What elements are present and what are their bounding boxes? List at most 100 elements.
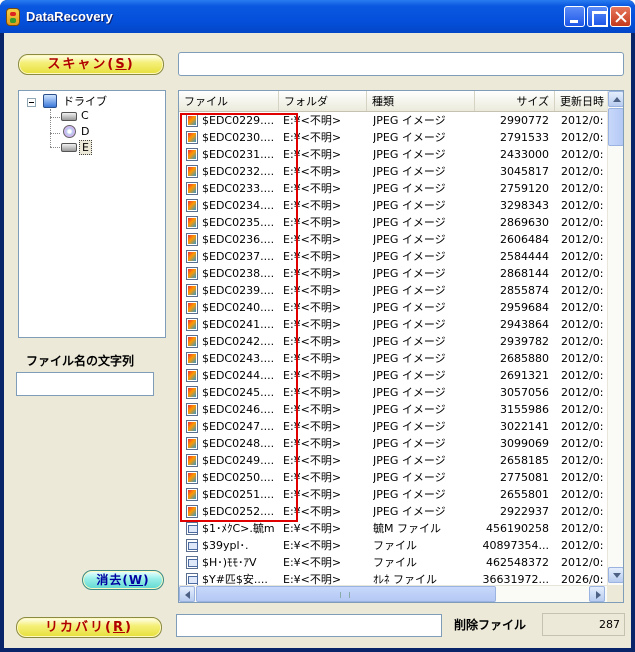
cell-size: 2433000 <box>500 148 549 161</box>
maximize-button[interactable] <box>587 6 608 27</box>
clear-button[interactable]: 消去(W) <box>82 570 164 590</box>
table-row[interactable]: $39ypl･. E:¥<不明> ファイル 40897354... 2012/0: <box>179 537 607 554</box>
cell-modified: 2012/0: <box>561 556 604 569</box>
deleted-files-label: 削除ファイル <box>454 618 527 632</box>
cell-size: 2939782 <box>500 335 549 348</box>
table-row[interactable]: $H･)ﾓﾓ･ｱV E:¥<不明> ファイル 462548372 2012/0: <box>179 554 607 571</box>
cell-modified: 2012/0: <box>561 386 604 399</box>
cell-type: JPEG イメージ <box>373 199 446 212</box>
column-header-size[interactable]: サイズ <box>475 91 555 111</box>
app-window: DataRecovery スキャン(S) ドライブ C D E ファイル名の文字… <box>0 0 635 652</box>
path-field[interactable] <box>178 52 624 76</box>
cell-file-name: $H･)ﾓﾓ･ｱV <box>202 556 257 569</box>
tree-item-c[interactable]: C <box>81 109 89 122</box>
cell-size: 2606484 <box>500 233 549 246</box>
tree-item-d[interactable]: D <box>81 125 89 138</box>
deleted-files-count: 287 <box>542 613 625 636</box>
cell-size: 2791533 <box>500 131 549 144</box>
column-header-type[interactable]: 種類 <box>367 91 475 111</box>
scroll-down-button[interactable] <box>608 567 623 583</box>
horizontal-scrollbar[interactable] <box>179 585 607 602</box>
client-area: スキャン(S) ドライブ C D E ファイル名の文字列 消去(W) ファイル … <box>4 33 631 648</box>
horizontal-scroll-thumb[interactable] <box>196 586 496 602</box>
cell-folder: E:¥<不明> <box>283 556 342 569</box>
file-icon <box>186 556 198 569</box>
cell-modified: 2012/0: <box>561 199 604 212</box>
cell-size: 2655801 <box>500 488 549 501</box>
vertical-scroll-thumb[interactable] <box>608 108 623 146</box>
cell-type: JPEG イメージ <box>373 165 446 178</box>
tree-root-label[interactable]: ドライブ <box>63 93 107 109</box>
maximize-icon <box>588 7 608 27</box>
cell-size: 2943864 <box>500 318 549 331</box>
cell-type: JPEG イメージ <box>373 437 446 450</box>
cell-modified: 2012/0: <box>561 182 604 195</box>
cell-type: 毓M ファイル <box>373 522 441 535</box>
up-arrow-icon <box>613 97 621 102</box>
cell-type: JPEG イメージ <box>373 233 446 246</box>
cell-size: 3155986 <box>500 403 549 416</box>
cell-size: 3057056 <box>500 386 549 399</box>
cell-type: JPEG イメージ <box>373 301 446 314</box>
cell-type: JPEG イメージ <box>373 454 446 467</box>
cell-modified: 2012/0: <box>561 369 604 382</box>
drive-tree[interactable]: ドライブ C D E <box>18 90 166 338</box>
left-arrow-icon <box>185 591 190 599</box>
cell-type: JPEG イメージ <box>373 267 446 280</box>
column-header-modified[interactable]: 更新日時 <box>555 91 607 111</box>
cell-type: JPEG イメージ <box>373 114 446 127</box>
cell-modified: 2012/0: <box>561 148 604 161</box>
table-row[interactable]: $1･ﾒｸC>.毓m E:¥<不明> 毓M ファイル 456190258 2012/0: <box>179 520 607 537</box>
close-button[interactable] <box>610 6 631 27</box>
file-icon <box>186 522 198 535</box>
column-header-folder[interactable]: フォルダ <box>279 91 367 111</box>
cell-modified: 2012/0: <box>561 488 604 501</box>
cell-file-name: $39ypl･. <box>202 539 249 552</box>
column-header-file[interactable]: ファイル <box>179 91 279 111</box>
minimize-button[interactable] <box>564 6 585 27</box>
cell-size: 2990772 <box>500 114 549 127</box>
cell-modified: 2012/0: <box>561 437 604 450</box>
filename-filter-input[interactable] <box>16 372 154 396</box>
cell-type: ｵﾚﾈ ファイル <box>373 573 437 585</box>
cell-modified: 2012/0: <box>561 250 604 263</box>
scroll-up-button[interactable] <box>608 91 623 107</box>
cell-size: 3099069 <box>500 437 549 450</box>
collapse-toggle-icon[interactable] <box>27 98 36 107</box>
recover-button-tail: ) <box>125 620 133 635</box>
cell-type: JPEG イメージ <box>373 488 446 501</box>
cell-size: 2658185 <box>500 454 549 467</box>
recover-button[interactable]: リカバリ(R) <box>16 617 162 638</box>
cell-type: JPEG イメージ <box>373 335 446 348</box>
vertical-scrollbar[interactable] <box>607 91 623 585</box>
scan-button-tail: ) <box>126 57 135 72</box>
scroll-left-button[interactable] <box>179 586 195 602</box>
cell-size: 462548372 <box>486 556 549 569</box>
scan-button[interactable]: スキャン(S) <box>18 54 164 75</box>
cell-type: JPEG イメージ <box>373 352 446 365</box>
cell-size: 2584444 <box>500 250 549 263</box>
cell-type: JPEG イメージ <box>373 369 446 382</box>
status-field[interactable] <box>176 614 442 637</box>
minimize-icon <box>565 7 584 26</box>
table-row[interactable]: $Y#匹$安.... E:¥<不明> ｵﾚﾈ ファイル 36631972... 2026… <box>179 571 607 585</box>
cell-modified: 2012/0: <box>561 233 604 246</box>
tree-item-e[interactable]: E <box>79 140 92 155</box>
tree-branch-line <box>50 109 51 147</box>
scroll-right-button[interactable] <box>589 586 605 602</box>
clear-button-label: 消去( <box>96 573 129 587</box>
cell-modified: 2012/0: <box>561 522 604 535</box>
drive-icon <box>61 143 77 152</box>
cd-drive-icon <box>63 125 76 138</box>
cell-modified: 2012/0: <box>561 352 604 365</box>
selection-highlight <box>180 113 298 522</box>
title-bar[interactable]: DataRecovery <box>0 0 635 33</box>
cell-size: 2691321 <box>500 369 549 382</box>
cell-file-name: $Y#匹$安.... <box>202 573 268 585</box>
cell-modified: 2012/0: <box>561 403 604 416</box>
cell-size: 3022141 <box>500 420 549 433</box>
cell-modified: 2012/0: <box>561 335 604 348</box>
cell-size: 2869630 <box>500 216 549 229</box>
cell-file-name: $1･ﾒｸC>.毓m <box>202 522 275 535</box>
drive-icon <box>61 112 77 121</box>
